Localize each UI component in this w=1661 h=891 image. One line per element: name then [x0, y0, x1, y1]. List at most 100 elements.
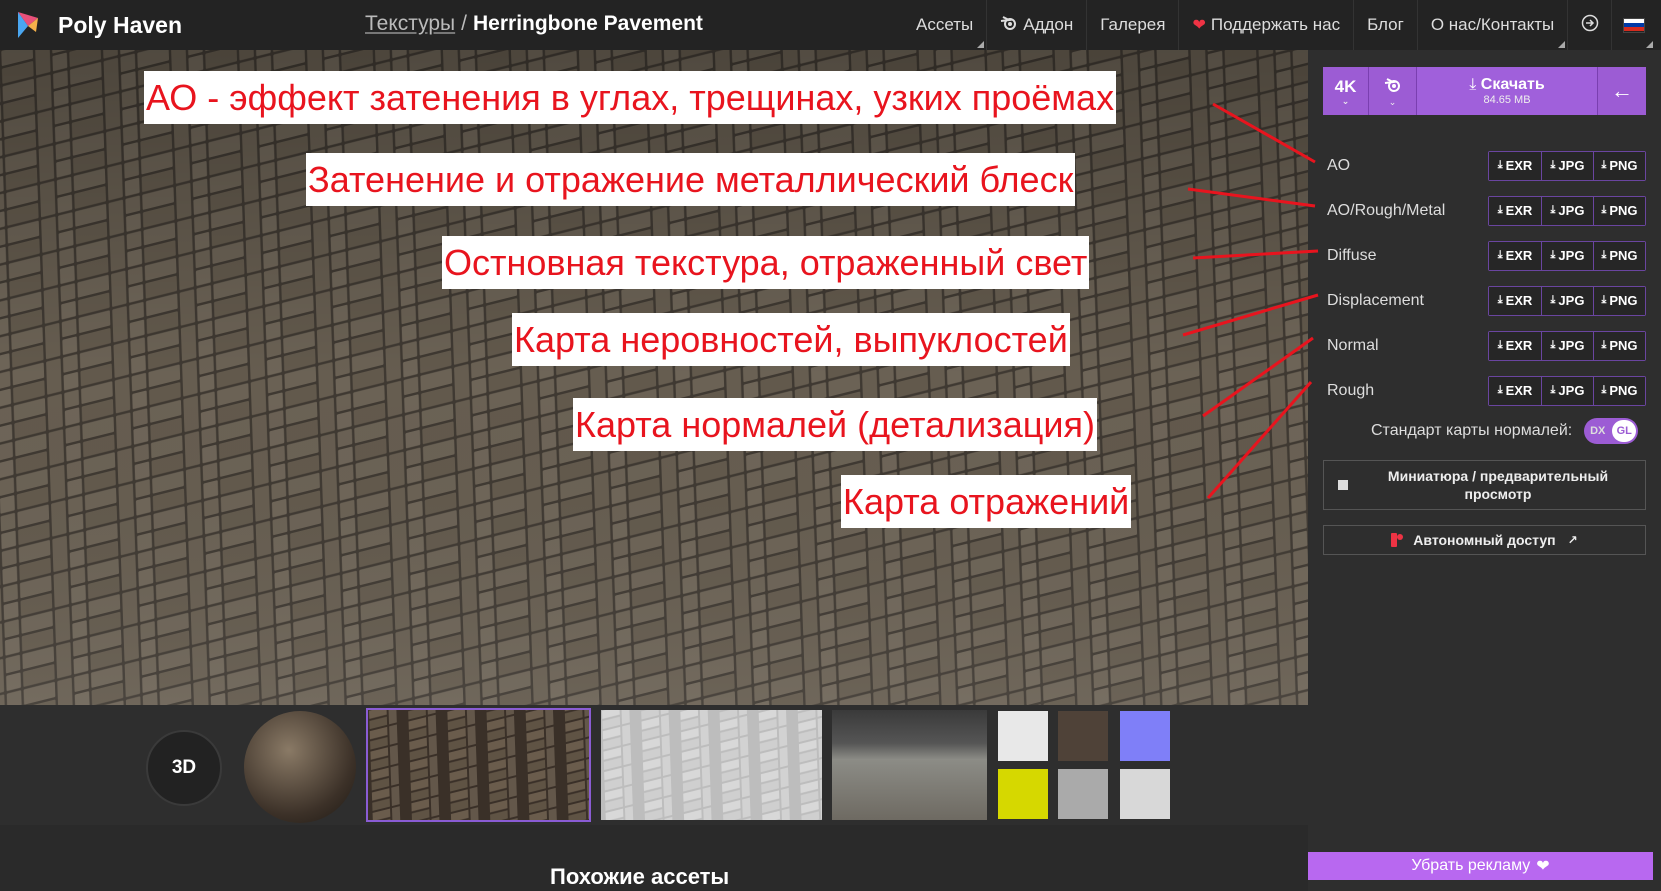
download-jpg-button[interactable]: ⤓ JPG: [1541, 331, 1593, 360]
download-icon: ⤓: [1601, 294, 1607, 306]
download-jpg-button[interactable]: ⤓ JPG: [1541, 196, 1593, 225]
displacement-map-swatch[interactable]: [1058, 769, 1108, 819]
flat-texture-thumbnail[interactable]: [366, 708, 591, 822]
polyhaven-logo-icon: [14, 10, 42, 40]
format-label: EXR: [1505, 383, 1533, 398]
download-exr-button[interactable]: ⤓ EXR: [1489, 241, 1541, 270]
dropdown-corner-icon: [977, 41, 985, 48]
nav-blog[interactable]: Блог: [1353, 0, 1417, 50]
nav-addon-label: Аддон: [1023, 15, 1074, 34]
download-jpg-button[interactable]: ⤓ JPG: [1541, 376, 1593, 405]
toggle-option-dx: DX: [1590, 425, 1606, 437]
texture-preview-viewer[interactable]: [0, 50, 1308, 705]
diffuse-map-swatch[interactable]: [1058, 711, 1108, 761]
dropdown-corner-icon: [1558, 41, 1566, 48]
brand-logo[interactable]: Poly Haven: [14, 10, 254, 40]
annotation-displacement: Карта неровностей, выпуклостей: [512, 313, 1070, 366]
format-selector[interactable]: ⌄: [1369, 67, 1417, 115]
download-png-button[interactable]: ⤓ PNG: [1593, 331, 1645, 360]
download-icon: ⤓: [1550, 294, 1556, 306]
render-white-thumbnail[interactable]: [601, 710, 822, 820]
normal-standard-setting: Стандарт карты нормалей: DX GL: [1371, 418, 1639, 444]
download-exr-button[interactable]: ⤓ EXR: [1489, 286, 1541, 315]
download-icon: ⤓: [1550, 159, 1556, 171]
format-label: EXR: [1505, 158, 1533, 173]
download-png-button[interactable]: ⤓ PNG: [1593, 196, 1645, 225]
remove-ads-button[interactable]: Убрать рекламу ❤: [1308, 852, 1653, 880]
format-label: JPG: [1558, 158, 1585, 173]
download-exr-button[interactable]: ⤓ EXR: [1489, 151, 1541, 180]
street-photo-thumbnail[interactable]: [832, 710, 987, 820]
blender-icon: [1000, 15, 1018, 36]
format-label: EXR: [1505, 248, 1533, 263]
login-button[interactable]: [1567, 0, 1611, 50]
annotation-diffuse: Остновная текстура, отраженный свет: [442, 236, 1090, 289]
download-icon: ⤓: [1601, 384, 1607, 396]
download-jpg-button[interactable]: ⤓ JPG: [1541, 286, 1593, 315]
normal-standard-label: Стандарт карты нормалей:: [1371, 422, 1573, 439]
format-label: PNG: [1609, 338, 1638, 353]
normal-standard-toggle[interactable]: DX GL: [1584, 418, 1639, 444]
breadcrumb: Текстуры / Herringbone Pavement: [365, 12, 703, 36]
resolution-selector[interactable]: 4K ⌄: [1323, 67, 1369, 115]
ao-map-swatch[interactable]: [998, 711, 1048, 761]
format-buttons: ⤓ EXR ⤓ JPG ⤓ PNG: [1488, 375, 1646, 406]
view-3d-label: 3D: [171, 757, 197, 778]
map-row: Rough ⤓ EXR ⤓ JPG ⤓ PNG: [1323, 368, 1646, 413]
nav-support[interactable]: ❤ Поддержать нас: [1178, 0, 1353, 50]
breadcrumb-separator: /: [461, 12, 467, 35]
swatch-fill: [1058, 769, 1108, 819]
nav-about[interactable]: О нас/Контакты: [1416, 0, 1567, 50]
format-label: EXR: [1505, 203, 1533, 218]
image-icon: [1338, 480, 1348, 490]
arm-map-swatch[interactable]: [998, 769, 1048, 819]
language-selector[interactable]: [1611, 0, 1655, 50]
download-exr-button[interactable]: ⤓ EXR: [1489, 196, 1541, 225]
download-png-button[interactable]: ⤓ PNG: [1593, 286, 1645, 315]
map-name: AO/Rough/Metal: [1327, 201, 1446, 219]
download-jpg-button[interactable]: ⤓ JPG: [1541, 151, 1593, 180]
view-3d-button[interactable]: 3D: [146, 730, 222, 806]
annotation-normal: Карта нормалей (детализация): [573, 398, 1097, 451]
map-row: Diffuse ⤓ EXR ⤓ JPG ⤓ PNG: [1323, 233, 1646, 278]
arrow-left-icon: ←: [1611, 78, 1633, 103]
map-name: Rough: [1327, 381, 1375, 399]
download-icon: ⤓: [1601, 249, 1607, 261]
russian-flag-icon: [1622, 17, 1645, 33]
nav-addon[interactable]: Аддон: [986, 0, 1086, 50]
dropdown-corner-icon: [1646, 41, 1654, 48]
heart-icon: ❤: [1536, 858, 1550, 875]
download-png-button[interactable]: ⤓ PNG: [1593, 241, 1645, 270]
normal-map-swatch[interactable]: [1120, 711, 1170, 761]
download-exr-button[interactable]: ⤓ EXR: [1489, 376, 1541, 405]
format-buttons: ⤓ EXR ⤓ JPG ⤓ PNG: [1488, 195, 1646, 226]
format-label: EXR: [1505, 338, 1533, 353]
nav-assets[interactable]: Ассеты: [903, 0, 986, 50]
format-label: PNG: [1609, 158, 1638, 173]
download-icon: ⤓: [1497, 294, 1503, 306]
map-row: AO ⤓ EXR ⤓ JPG ⤓ PNG: [1323, 143, 1646, 188]
annotation-arm: Затенение и отражение металлический блес…: [306, 153, 1076, 206]
chevron-down-icon: ⌄: [1388, 96, 1397, 107]
map-name: Displacement: [1327, 291, 1424, 309]
back-button[interactable]: ←: [1598, 67, 1646, 115]
format-label: JPG: [1558, 293, 1585, 308]
download-icon: ⤓: [1601, 339, 1607, 351]
nav-gallery[interactable]: Галерея: [1086, 0, 1178, 50]
download-png-button[interactable]: ⤓ PNG: [1593, 151, 1645, 180]
patreon-icon: [1391, 533, 1404, 547]
download-icon: ⤓: [1497, 384, 1503, 396]
breadcrumb-textures-link[interactable]: Текстуры: [365, 12, 455, 35]
download-label: Скачать: [1480, 76, 1545, 93]
download-bar: 4K ⌄ ⌄ ⤓ Скачать 84.65 MB ←: [1323, 67, 1646, 115]
sphere-preview-thumbnail[interactable]: [244, 711, 356, 823]
download-button[interactable]: ⤓ Скачать 84.65 MB: [1417, 67, 1598, 115]
preview-download-button[interactable]: Миниатюра / предварительный просмотр: [1323, 460, 1646, 510]
rough-map-swatch[interactable]: [1120, 769, 1170, 819]
download-exr-button[interactable]: ⤓ EXR: [1489, 331, 1541, 360]
download-icon: ⤓: [1601, 204, 1607, 216]
download-png-button[interactable]: ⤓ PNG: [1593, 376, 1645, 405]
download-jpg-button[interactable]: ⤓ JPG: [1541, 241, 1593, 270]
offline-access-button[interactable]: Автономный доступ ↗: [1323, 525, 1646, 555]
map-row: Normal ⤓ EXR ⤓ JPG ⤓ PNG: [1323, 323, 1646, 368]
